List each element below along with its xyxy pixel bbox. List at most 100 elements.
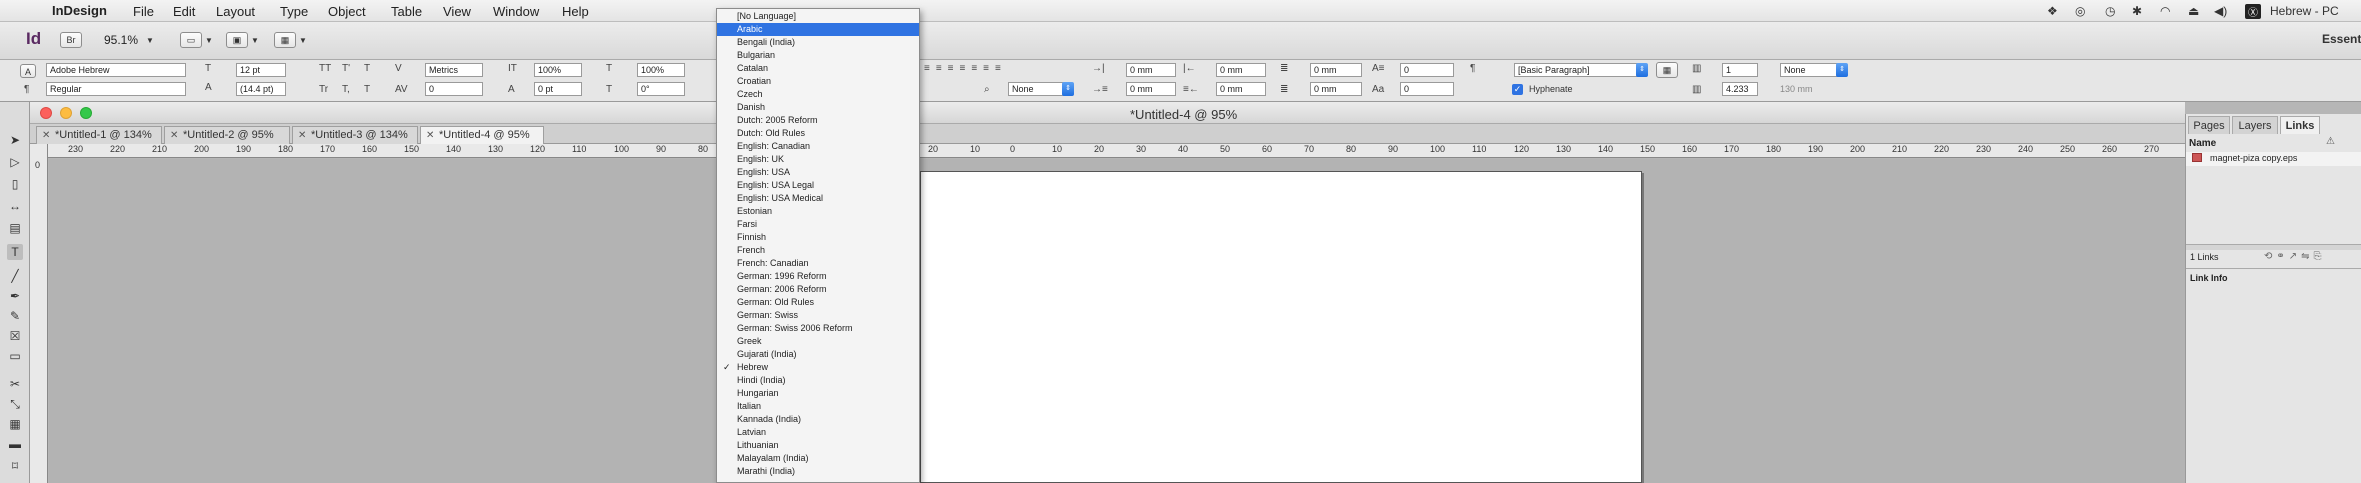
space-after-field[interactable]: 0 mm (1310, 82, 1362, 96)
menu-item-german-swiss[interactable]: German: Swiss (717, 309, 919, 322)
menu-item-malayalam[interactable]: Malayalam (India) (717, 452, 919, 465)
arrange-documents-icon[interactable]: ▦ (274, 32, 296, 48)
zoom-window-button[interactable] (80, 107, 92, 119)
left-indent-field[interactable]: 0 mm (1126, 63, 1176, 77)
menu-layout[interactable]: Layout (216, 4, 255, 19)
gutter-field[interactable]: 4.233 (1722, 82, 1758, 96)
menu-item-italian[interactable]: Italian (717, 400, 919, 413)
paragraph-formatting-icon[interactable]: ¶ (24, 84, 29, 95)
close-window-button[interactable] (40, 107, 52, 119)
columns-field[interactable]: 1 (1722, 63, 1758, 77)
line-tool-icon[interactable]: ╱ (7, 268, 23, 284)
menu-item-hindi[interactable]: Hindi (India) (717, 374, 919, 387)
skew-field[interactable]: 0° (637, 82, 685, 96)
menu-item-croatian[interactable]: Croatian (717, 75, 919, 88)
close-icon[interactable]: ✕ (298, 127, 306, 144)
menu-item-german-old[interactable]: German: Old Rules (717, 296, 919, 309)
note-tool-icon[interactable]: ▬ (7, 436, 23, 452)
menu-item-german-2006[interactable]: German: 2006 Reform (717, 283, 919, 296)
workspace-switcher[interactable]: Essent (2322, 32, 2361, 46)
menu-item-czech[interactable]: Czech (717, 88, 919, 101)
menu-file[interactable]: File (133, 4, 154, 19)
link-row[interactable]: magnet-piza copy.eps (2186, 152, 2361, 166)
selection-tool-icon[interactable]: ➤ (7, 132, 23, 148)
menu-item-latvian[interactable]: Latvian (717, 426, 919, 439)
bridge-button[interactable]: Br (60, 32, 82, 48)
pen-tool-icon[interactable]: ✒ (7, 288, 23, 304)
keyboard-flag-icon[interactable]: Ⓧ (2245, 4, 2261, 19)
vertical-scale-field[interactable]: 100% (534, 63, 582, 77)
eyedropper-tool-icon[interactable]: ⌑ (7, 458, 23, 474)
tab-layers[interactable]: Layers (2232, 116, 2278, 134)
screen-mode-icon[interactable]: ▣ (226, 32, 248, 48)
tab-links[interactable]: Links (2280, 116, 2320, 134)
panel-action-icons[interactable]: ⟲⚭↗⇋⎘ (2264, 251, 2326, 262)
tab-untitled-4[interactable]: ✕ *Untitled-4 @ 95% (420, 126, 544, 144)
wifi-icon[interactable]: ◠ (2160, 4, 2170, 18)
shading-select-icon[interactable]: ⇕ (1062, 82, 1074, 96)
menu-item-english-uk[interactable]: English: UK (717, 153, 919, 166)
panel-divider[interactable] (2186, 244, 2361, 250)
vertical-ruler[interactable]: 0 (30, 144, 48, 483)
tab-untitled-2[interactable]: ✕ *Untitled-2 @ 95% (164, 126, 290, 144)
eject-icon[interactable]: ⏏ (2188, 4, 2199, 18)
menu-item-gujarati[interactable]: Gujarati (India) (717, 348, 919, 361)
gap-tool-icon[interactable]: ↔ (7, 198, 23, 214)
space-before-field[interactable]: 0 mm (1310, 63, 1362, 77)
drop-cap-lines-field[interactable]: 0 (1400, 63, 1454, 77)
scissors-tool-icon[interactable]: ✂ (7, 376, 23, 392)
dropbox-icon[interactable]: ❖ (2047, 4, 2058, 18)
link-info-header[interactable]: Link Info (2190, 273, 2228, 283)
superscript-icon[interactable]: T' (342, 63, 350, 74)
menu-item-danish[interactable]: Danish (717, 101, 919, 114)
paragraph-style-select-icon[interactable]: ⇕ (1636, 63, 1648, 77)
menu-item-lithuanian[interactable]: Lithuanian (717, 439, 919, 452)
paragraph-style-field[interactable]: [Basic Paragraph] (1514, 63, 1644, 77)
right-indent-field[interactable]: 0 mm (1216, 63, 1266, 77)
hyphenate-checkbox[interactable]: ✓ (1512, 84, 1523, 95)
minimize-window-button[interactable] (60, 107, 72, 119)
bluetooth-icon[interactable]: ✱ (2132, 4, 2142, 18)
menu-item-german-1996[interactable]: German: 1996 Reform (717, 270, 919, 283)
tab-untitled-3[interactable]: ✕ *Untitled-3 @ 134% (292, 126, 418, 144)
span-columns-field[interactable]: None (1780, 63, 1842, 77)
menu-help[interactable]: Help (562, 4, 589, 19)
leading-field[interactable]: (14.4 pt) (236, 82, 286, 96)
small-caps-icon[interactable]: Tr (319, 84, 328, 95)
subscript-icon[interactable]: T, (342, 84, 350, 95)
menu-item-finnish[interactable]: Finnish (717, 231, 919, 244)
tab-untitled-1[interactable]: ✕ *Untitled-1 @ 134% (36, 126, 162, 144)
content-collector-icon[interactable]: ▤ (7, 220, 23, 236)
first-line-indent-field[interactable]: 0 mm (1126, 82, 1176, 96)
baseline-shift-field[interactable]: 0 pt (534, 82, 582, 96)
font-size-field[interactable]: 12 pt (236, 63, 286, 77)
column-header-name[interactable]: Name (2189, 138, 2216, 149)
menu-item-bulgarian[interactable]: Bulgarian (717, 49, 919, 62)
chevron-down-icon[interactable]: ▼ (146, 36, 154, 45)
direct-selection-tool-icon[interactable]: ▷ (7, 154, 23, 170)
menu-item-arabic[interactable]: Arabic (717, 23, 919, 36)
menu-item-english-usa-medical[interactable]: English: USA Medical (717, 192, 919, 205)
time-machine-icon[interactable]: ◷ (2105, 4, 2115, 18)
chevron-down-icon[interactable]: ▼ (299, 36, 307, 45)
menu-item-kannada[interactable]: Kannada (India) (717, 413, 919, 426)
all-caps-icon[interactable]: TT (319, 63, 331, 74)
menu-type[interactable]: Type (280, 4, 308, 19)
alignment-buttons-icon[interactable]: ≡≡≡≡≡≡≡ (924, 63, 1007, 74)
menu-item-english-usa-legal[interactable]: English: USA Legal (717, 179, 919, 192)
tracking-field[interactable]: 0 (425, 82, 483, 96)
menu-item-french[interactable]: French (717, 244, 919, 257)
strikethrough-icon[interactable]: T (364, 84, 370, 95)
menu-item-french-canadian[interactable]: French: Canadian (717, 257, 919, 270)
type-tool-icon[interactable]: T (7, 244, 23, 260)
character-formatting-icon[interactable]: A (20, 64, 36, 78)
page-tool-icon[interactable]: ▯ (7, 176, 23, 192)
column-layout-icon[interactable]: ▦ (1656, 62, 1678, 78)
app-menu[interactable]: InDesign (52, 3, 107, 18)
gradient-tool-icon[interactable]: ▦ (7, 416, 23, 432)
view-options-icon[interactable]: ▭ (180, 32, 202, 48)
tab-pages[interactable]: Pages (2188, 116, 2230, 134)
menu-item-dutch-2005[interactable]: Dutch: 2005 Reform (717, 114, 919, 127)
menu-item-catalan[interactable]: Catalan (717, 62, 919, 75)
close-icon[interactable]: ✕ (426, 127, 434, 144)
